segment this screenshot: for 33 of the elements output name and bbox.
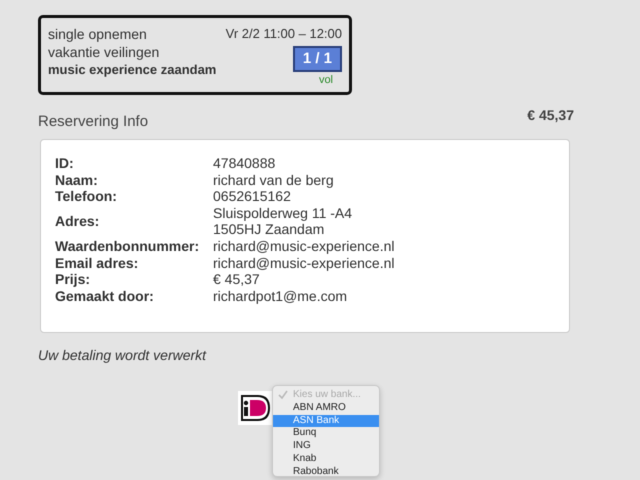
field-label: Adres: xyxy=(55,212,100,232)
booking-location: music experience zaandam xyxy=(48,61,216,79)
field-label: Gemaakt door: xyxy=(55,288,155,304)
bank-option: Kies uw bank... xyxy=(273,389,379,402)
status-message: Uw betaling wordt verwerkt xyxy=(38,347,208,363)
total-price: € 45,37 xyxy=(527,107,574,125)
booking-subtitle: vakantie veilingen xyxy=(48,43,160,61)
status-label: vol xyxy=(318,74,333,86)
field-label: Email adres: xyxy=(55,254,140,272)
field-value: € 45,37 xyxy=(213,271,261,288)
field-value: richard@music-experience.nl xyxy=(213,238,396,255)
field-value: richard van de berg xyxy=(213,172,335,188)
field-label: Waardenbonnummer: xyxy=(55,238,200,255)
section-heading: Reservering Info xyxy=(38,113,148,130)
field-label: Naam: xyxy=(55,172,99,188)
bank-option[interactable]: ING xyxy=(273,440,379,453)
field-label: Telefoon: xyxy=(55,188,118,205)
bank-option[interactable]: Knab xyxy=(273,452,379,466)
bank-option[interactable]: Rabobank xyxy=(273,466,379,476)
field-value: 1505HJ Zaandam xyxy=(213,221,326,238)
ideal-logo xyxy=(238,391,272,425)
field-label: ID: xyxy=(55,155,75,172)
field-value: richardpot1@me.com xyxy=(213,288,348,304)
field-value: Sluispolderweg 11 -A4 xyxy=(213,204,354,222)
count-badge: 1 / 1 xyxy=(292,46,342,72)
field-value: 0652615162 xyxy=(213,188,292,205)
bank-option[interactable]: ABN AMRO xyxy=(273,402,379,415)
booking-datetime: Vr 2/2 11:00 – 12:00 xyxy=(226,25,342,42)
booking-title: single opnemen xyxy=(48,25,148,43)
field-label: Prijs: xyxy=(55,271,92,288)
field-value: 47840888 xyxy=(213,155,276,172)
field-value: richard@music-experience.nl xyxy=(213,254,396,272)
bank-option[interactable]: Bunq xyxy=(273,427,379,440)
